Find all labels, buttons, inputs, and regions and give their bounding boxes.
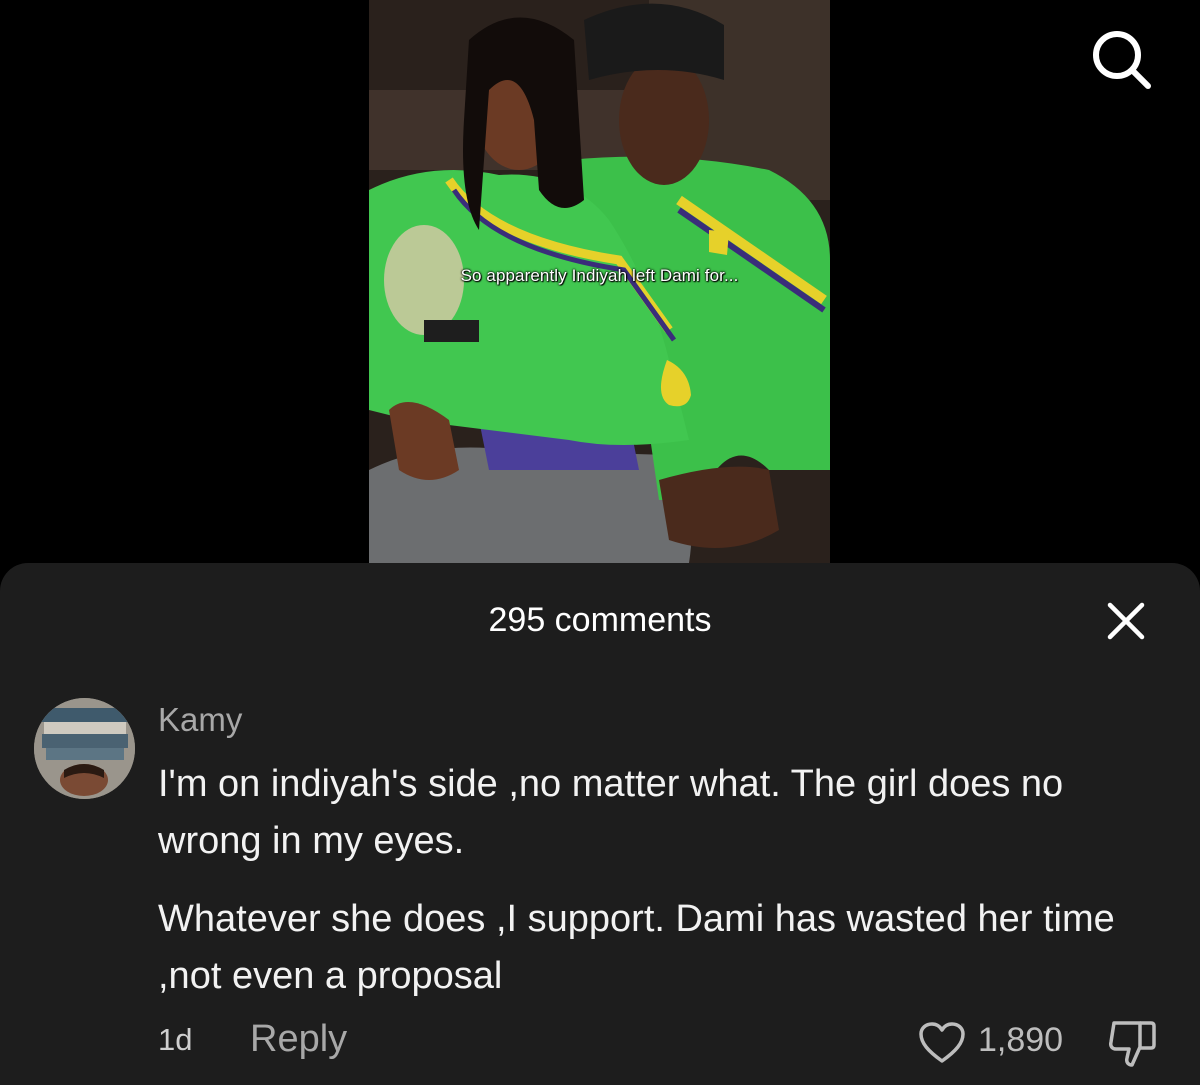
comment-text: I'm on indiyah's side ,no matter what. T… [158,763,1064,862]
comment-username[interactable]: Kamy [158,701,242,739]
comment-text-continued: Whatever she does ,I support. Dami has w… [158,898,1115,997]
like-count: 1,890 [978,1021,1064,1059]
dislike-button[interactable] [1106,1019,1158,1069]
heart-icon [919,1022,965,1063]
video-thumbnail[interactable]: So apparently Indiyah left Dami for... [369,0,830,563]
close-button[interactable] [1104,599,1148,643]
thumbs-down-icon [1109,1021,1156,1067]
comments-sheet: 295 comments Kamy I'm on indiyah's side … [0,563,1200,1085]
close-icon [1107,602,1145,640]
avatar[interactable] [34,698,135,799]
comments-count-title: 295 comments [488,601,712,639]
search-button[interactable] [1088,26,1154,92]
reply-button[interactable]: Reply [250,1018,347,1061]
comment-timestamp: 1d [158,1022,193,1057]
avatar-image [34,698,135,799]
like-button[interactable] [918,1021,966,1065]
screen: So apparently Indiyah left Dami for... 2… [0,0,1200,1085]
video-caption: So apparently Indiyah left Dami for... [460,266,739,285]
search-icon [1093,31,1151,89]
